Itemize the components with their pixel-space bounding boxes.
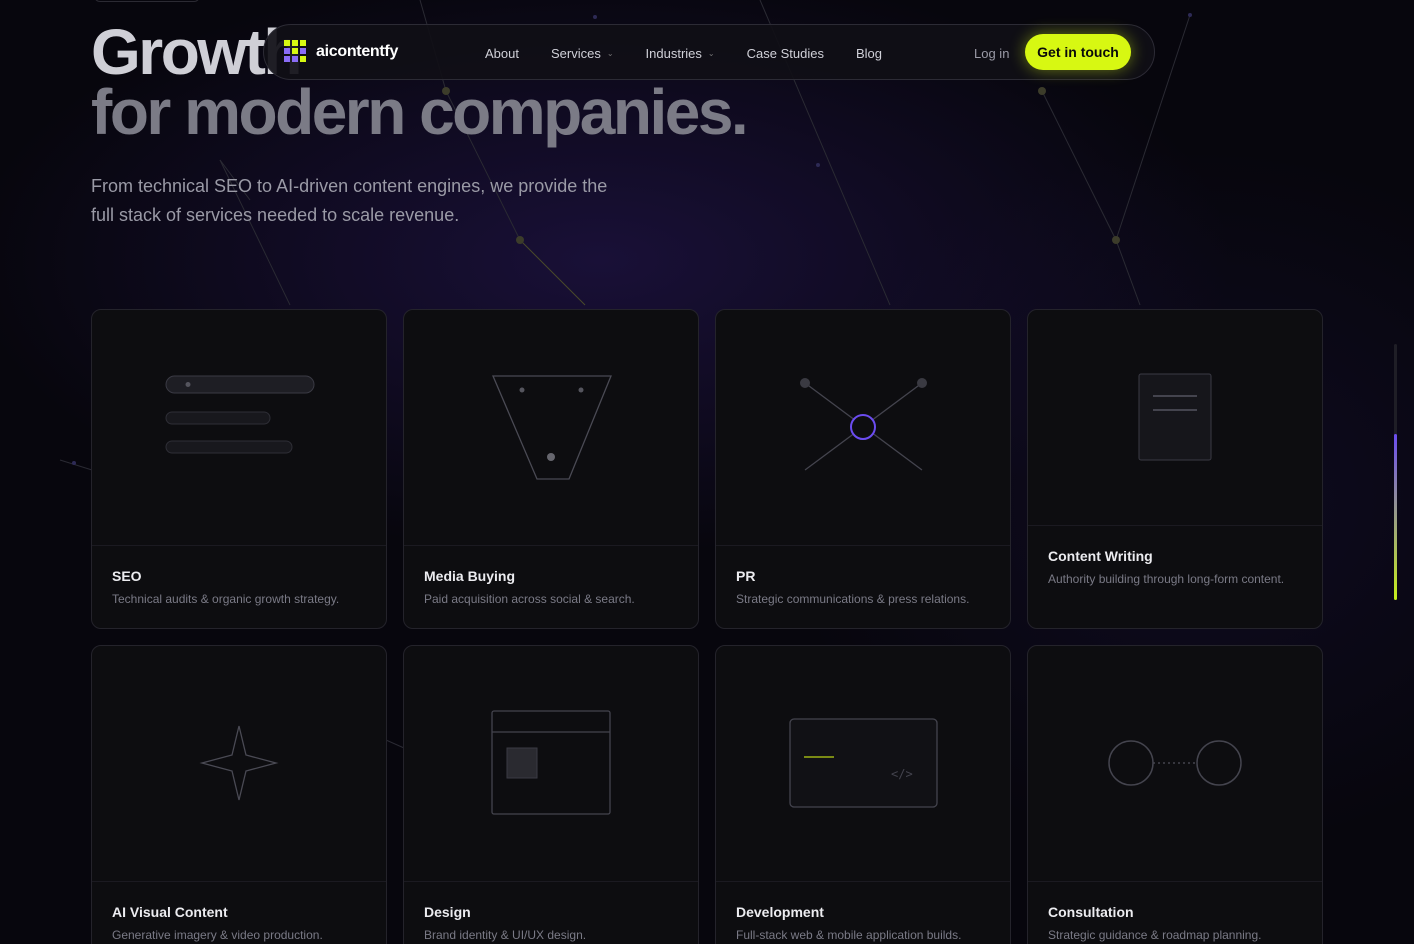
service-card-content-writing[interactable]: Content Writing Authority building throu… [1027,309,1323,629]
service-description: Brand identity & UI/UX design. [424,928,587,942]
service-description: Authority building through long-form con… [1048,572,1285,586]
svg-text:</>: </> [891,767,913,781]
service-card-design[interactable]: Design Brand identity & UI/UX design. [403,645,699,944]
service-title: Design [424,904,471,920]
chevron-down-icon: ⌄ [707,48,715,58]
service-description: Paid acquisition across social & search. [424,592,635,606]
service-description: Strategic communications & press relatio… [736,592,970,606]
logo-text: aicontentfy [316,43,399,60]
service-description: Full-stack web & mobile application buil… [736,928,962,942]
link-circles-icon [1028,740,1322,882]
top-badge-outline [94,0,200,2]
service-title: Content Writing [1048,548,1153,564]
service-card-pr[interactable]: PR Strategic communications & press rela… [715,309,1011,629]
scrollbar-thumb[interactable] [1394,434,1397,600]
logo[interactable]: aicontentfy [284,40,398,64]
hero-headline-line-2: for modern companies. [91,76,749,148]
sparkle-icon [92,725,386,882]
nav-link-label: Industries [645,45,702,61]
service-card-ai-visual-content[interactable]: AI Visual Content Generative imagery & v… [91,645,387,944]
service-title: Consultation [1048,904,1134,920]
service-card-seo[interactable]: SEO Technical audits & organic growth st… [91,309,387,629]
nav-link-case-studies[interactable]: Case Studies [747,46,824,61]
scrollbar[interactable] [1394,344,1397,600]
navigation-bar: aicontentfy About Services ⌄ Industries ⌄ … [263,24,1155,80]
search-bars-icon [92,375,386,546]
service-card-development[interactable]: </> Development Full-stack web & mobile … [715,645,1011,944]
nav-link-label: Case Studies [746,45,824,61]
service-title: Development [736,904,824,920]
service-card-media-buying[interactable]: Media Buying Paid acquisition across soc… [403,309,699,629]
nav-link-label: Blog [855,45,882,61]
nav-link-label: About [485,45,519,61]
service-title: Media Buying [424,568,516,584]
get-in-touch-button[interactable]: Get in touch [1025,34,1131,70]
network-icon [716,378,1010,546]
login-link[interactable]: Log in [974,25,1009,81]
nav-link-label: Services [550,45,601,61]
logo-grid-icon [284,40,308,64]
service-title: PR [736,568,756,584]
layout-icon [404,710,698,882]
service-title: AI Visual Content [112,904,228,920]
service-description: Strategic guidance & roadmap planning. [1048,928,1262,942]
hero-subtext: From technical SEO to AI-driven content … [91,176,608,225]
service-description: Generative imagery & video production. [112,928,323,942]
funnel-icon [404,375,698,546]
nav-link-blog[interactable]: Blog [856,46,882,61]
chevron-down-icon: ⌄ [606,48,614,58]
nav-link-about[interactable]: About [485,46,519,61]
document-icon [1028,373,1322,526]
service-card-consultation[interactable]: Consultation Strategic guidance & roadma… [1027,645,1323,944]
code-window-icon: </> [716,718,1010,882]
nav-links: About Services ⌄ Industries ⌄ Case Studies… [485,25,914,81]
nav-link-services[interactable]: Services ⌄ [551,46,614,61]
service-description: Technical audits & organic growth strate… [112,592,340,606]
service-title: SEO [112,568,142,584]
nav-link-industries[interactable]: Industries ⌄ [646,46,715,61]
